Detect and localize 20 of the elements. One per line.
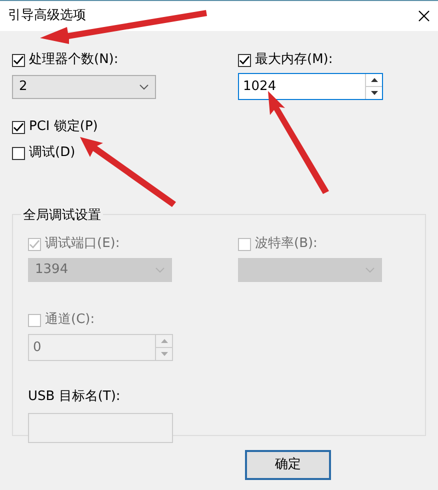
checkbox[interactable] xyxy=(12,120,25,134)
window-title: 引导高级选项 xyxy=(8,7,86,26)
checkbox-label: 调试(D) xyxy=(29,144,76,162)
checkbox-label: 调试端口(E): xyxy=(45,235,120,254)
checkbox-label: 最大内存(M): xyxy=(255,51,333,70)
checkbox[interactable] xyxy=(12,146,25,160)
field-label: USB 目标名(T): xyxy=(28,388,122,406)
checkbox-label: PCI 锁定(P) xyxy=(29,118,98,136)
chevron-down-icon xyxy=(139,84,149,90)
checkbox-label: 通道(C): xyxy=(45,311,95,330)
checkbox-label: 处理器个数(N): xyxy=(29,51,118,70)
checkbox[interactable] xyxy=(238,54,251,66)
chevron-down-icon xyxy=(155,267,165,273)
chevron-down-icon xyxy=(365,267,375,273)
dropdown[interactable]: 2 xyxy=(12,75,156,99)
number-field[interactable]: 1024 xyxy=(238,73,383,100)
close-icon[interactable] xyxy=(418,10,430,22)
checkbox[interactable] xyxy=(12,54,25,66)
checkbox-label: 波特率(B): xyxy=(255,235,318,254)
ok-button[interactable]: 确定 xyxy=(245,450,331,480)
